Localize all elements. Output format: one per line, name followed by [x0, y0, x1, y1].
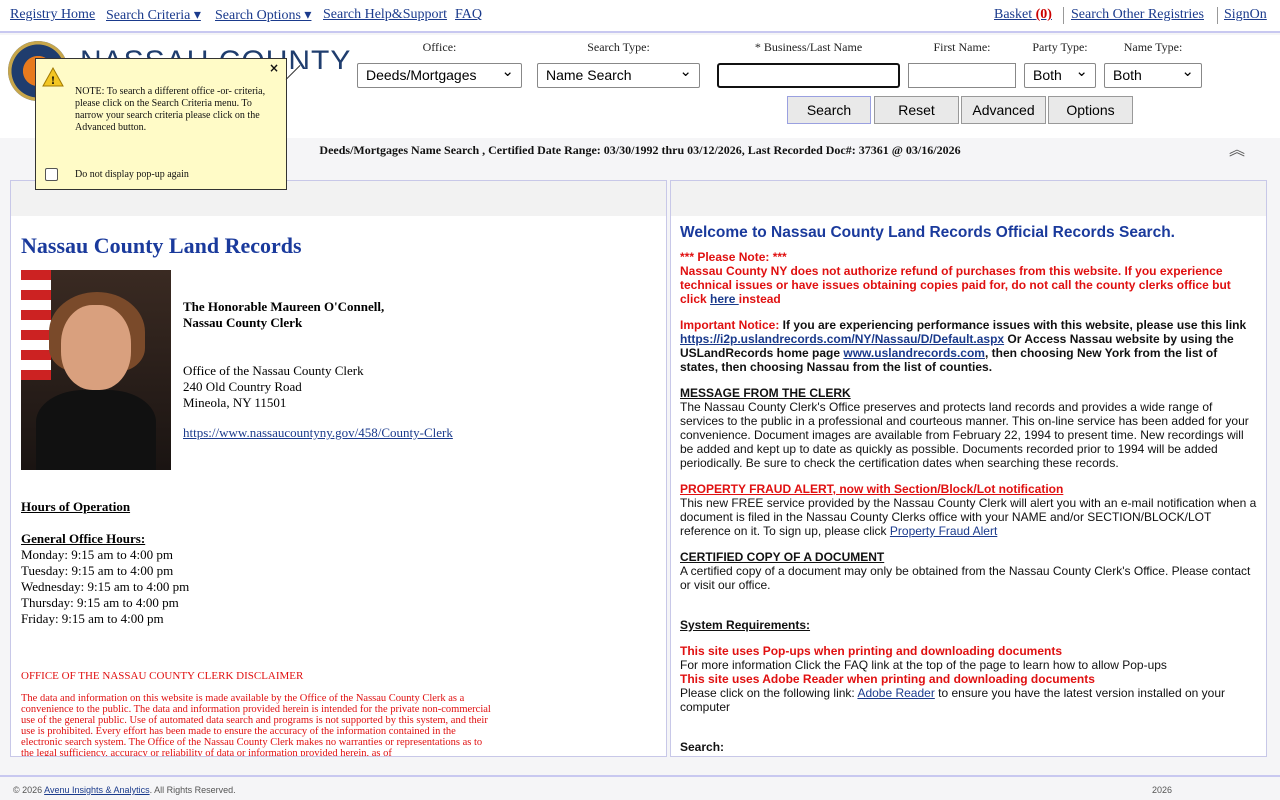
dont-display-checkbox[interactable]: [45, 168, 58, 181]
message-heading: MESSAGE FROM THE CLERK: [680, 386, 851, 400]
property-fraud-alert-link[interactable]: Property Fraud Alert: [890, 524, 997, 538]
i2p-link[interactable]: https://i2p.uslandrecords.com/NY/Nassau/…: [680, 332, 1004, 346]
dont-display-label: Do not display pop-up again: [75, 169, 189, 180]
name-type-select[interactable]: Both: [1104, 62, 1202, 88]
reset-button[interactable]: Reset: [874, 96, 959, 124]
hours-item: Wednesday: 9:15 am to 4:00 pm: [21, 579, 190, 594]
disclaimer-title: OFFICE OF THE NASSAU COUNTY CLERK DISCLA…: [21, 670, 304, 682]
office-select[interactable]: Deeds/Mortgages: [357, 62, 522, 88]
basket-link[interactable]: Basket (0): [994, 7, 1052, 23]
certified-copy-heading: CERTIFIED COPY OF A DOCUMENT: [680, 550, 885, 564]
party-type-label: Party Type:: [1032, 40, 1088, 54]
hours-item: Tuesday: 9:15 am to 4:00 pm: [21, 563, 174, 578]
divider: [1063, 7, 1064, 24]
system-requirements-heading: System Requirements:: [680, 618, 811, 632]
footer: © 2026 Avenu Insights & Analytics. All R…: [0, 775, 1280, 800]
instead-text: instead: [738, 292, 781, 306]
close-icon[interactable]: ×: [269, 62, 279, 74]
adobe-reader-link[interactable]: Adobe Reader: [857, 686, 934, 700]
adobe-warning: This site uses Adobe Reader when printin…: [680, 672, 1095, 686]
panel-header: [671, 181, 1266, 216]
top-nav: Registry Home Search Criteria ▾ Search O…: [0, 0, 1280, 33]
basket-count: (0): [1035, 7, 1052, 22]
here-link[interactable]: here: [710, 292, 739, 306]
faq-link[interactable]: FAQ: [455, 7, 482, 23]
popups-warning: This site uses Pop-ups when printing and…: [680, 644, 1063, 658]
registry-home-link[interactable]: Registry Home: [10, 7, 95, 23]
message-text: The Nassau County Clerk's Office preserv…: [680, 400, 1249, 470]
first-name-input[interactable]: [908, 63, 1016, 88]
svg-text:!: !: [51, 73, 55, 87]
important-label: Important Notice:: [680, 318, 780, 332]
hours-item: Friday: 9:15 am to 4:00 pm: [21, 611, 164, 626]
search-heading: Search:: [680, 740, 725, 754]
options-button[interactable]: Options: [1048, 96, 1133, 124]
rights-text: . All Rights Reserved.: [149, 785, 236, 795]
left-panel: Nassau County Land Records The Honorable…: [10, 180, 667, 757]
search-other-registries-link[interactable]: Search Other Registries: [1071, 7, 1204, 23]
search-options-menu[interactable]: Search Options ▾: [215, 7, 311, 24]
basket-label: Basket: [994, 7, 1033, 22]
certified-copy-text: A certified copy of a document may only …: [680, 564, 1251, 592]
land-records-title: Nassau County Land Records: [21, 233, 302, 258]
name-type-label: Name Type:: [1123, 40, 1183, 54]
copyright: © 2026: [13, 785, 45, 795]
right-panel: Welcome to Nassau County Land Records Of…: [670, 180, 1267, 757]
warning-icon: !: [42, 66, 64, 87]
office-name: Office of the Nassau County Clerk: [183, 363, 364, 378]
clerk-name: The Honorable Maureen O'Connell,: [183, 299, 385, 314]
search-button[interactable]: Search: [787, 96, 871, 124]
general-hours-heading: General Office Hours:: [21, 531, 146, 546]
uslandrecords-link[interactable]: www.uslandrecords.com: [843, 346, 985, 360]
address-line-2: Mineola, NY 11501: [183, 395, 287, 410]
party-type-select[interactable]: Both: [1024, 62, 1096, 88]
disclaimer-text: The data and information on this website…: [21, 693, 491, 757]
search-help-link[interactable]: Search Help&Support: [323, 7, 447, 23]
clerk-title: Nassau County Clerk: [183, 315, 303, 330]
search-criteria-menu[interactable]: Search Criteria ▾: [106, 7, 201, 24]
note-popup: ! × NOTE: To search a different office -…: [35, 58, 301, 190]
hours-heading: Hours of Operation: [21, 499, 131, 514]
last-name-input[interactable]: [717, 63, 900, 88]
divider: [1217, 7, 1218, 24]
hours-item: Thursday: 9:15 am to 4:00 pm: [21, 595, 179, 610]
adobe-text: Please click on the following link:: [680, 686, 858, 700]
fraud-alert-heading[interactable]: PROPERTY FRAUD ALERT, now with Section/B…: [680, 482, 1257, 496]
first-name-label: First Name:: [933, 40, 991, 54]
office-label: Office:: [422, 40, 457, 54]
footer-year: 2026: [1152, 785, 1173, 795]
advanced-button[interactable]: Advanced: [961, 96, 1046, 124]
avenu-link[interactable]: Avenu Insights & Analytics: [44, 785, 149, 795]
collapse-chevron-icon[interactable]: ︽: [1229, 142, 1245, 158]
search-type-select[interactable]: Name Search: [537, 62, 700, 88]
last-name-label: * Business/Last Name: [754, 40, 863, 54]
popups-text: For more information Click the FAQ link …: [680, 658, 1167, 672]
county-clerk-link[interactable]: https://www.nassaucountyny.gov/458/Count…: [183, 425, 453, 441]
address-line-1: 240 Old Country Road: [183, 379, 302, 394]
signon-link[interactable]: SignOn: [1224, 7, 1267, 23]
search-type-label: Search Type:: [587, 40, 650, 54]
popup-note: NOTE: To search a different office -or- …: [75, 86, 266, 133]
welcome-title: Welcome to Nassau County Land Records Of…: [680, 224, 1175, 241]
hours-item: Monday: 9:15 am to 4:00 pm: [21, 547, 174, 562]
clerk-photo: [21, 270, 171, 470]
important-text: If you are experiencing performance issu…: [779, 318, 1247, 332]
please-note: *** Please Note: ***: [680, 250, 787, 264]
